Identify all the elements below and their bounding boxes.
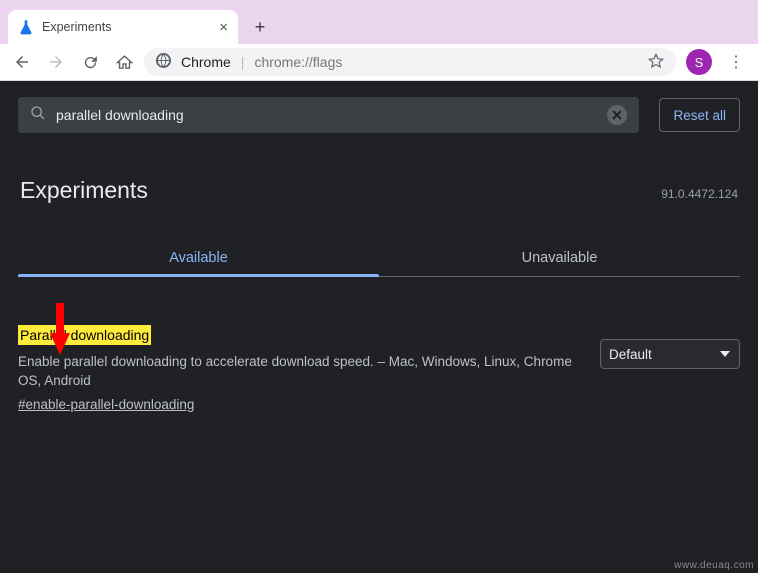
new-tab-button[interactable]: +	[246, 13, 274, 41]
browser-menu-button[interactable]: ⋮	[722, 48, 750, 76]
flag-select-wrap: Default	[600, 339, 740, 369]
flags-page: parallel downloading Reset all Experimen…	[0, 81, 758, 573]
reset-all-button[interactable]: Reset all	[659, 98, 740, 132]
chrome-version-label: 91.0.4472.124	[661, 187, 738, 201]
tab-available[interactable]: Available	[18, 240, 379, 276]
page-title: Experiments	[20, 177, 148, 204]
bookmark-star-icon[interactable]	[648, 53, 664, 72]
window-close-button[interactable]	[710, 0, 756, 28]
clear-search-icon[interactable]	[607, 105, 627, 125]
home-button[interactable]	[110, 48, 138, 76]
back-button[interactable]	[8, 48, 36, 76]
site-info-icon[interactable]	[156, 53, 171, 71]
browser-toolbar: Chrome | chrome://flags S ⋮	[0, 44, 758, 81]
tab-unavailable[interactable]: Unavailable	[379, 240, 740, 276]
search-query-text: parallel downloading	[56, 107, 597, 123]
flask-icon	[18, 19, 34, 35]
search-icon	[30, 105, 46, 126]
flag-state-select[interactable]: Default	[600, 339, 740, 369]
tab-close-icon[interactable]: ×	[219, 19, 228, 36]
watermark: www.deuaq.com	[674, 560, 754, 571]
annotation-arrow-icon	[48, 303, 72, 355]
flag-title: Parallel downloading	[18, 325, 151, 345]
browser-tab-active[interactable]: Experiments ×	[8, 10, 238, 44]
search-input[interactable]: parallel downloading	[18, 97, 639, 133]
url-path: chrome://flags	[254, 54, 342, 70]
reload-button[interactable]	[76, 48, 104, 76]
window-minimize-button[interactable]	[618, 0, 664, 28]
browser-tab-title: Experiments	[42, 20, 111, 34]
flag-description: Enable parallel downloading to accelerat…	[18, 352, 580, 391]
url-separator: |	[241, 54, 245, 70]
url-origin-label: Chrome	[181, 54, 231, 70]
flag-item: Parallel downloading Enable parallel dow…	[18, 325, 740, 414]
flag-text-column: Parallel downloading Enable parallel dow…	[18, 325, 580, 414]
flag-anchor-link[interactable]: #enable-parallel-downloading	[18, 395, 194, 415]
page-header: Experiments 91.0.4472.124	[18, 177, 740, 204]
section-tabs: Available Unavailable	[18, 240, 740, 277]
profile-avatar-button[interactable]: S	[686, 49, 712, 75]
address-bar[interactable]: Chrome | chrome://flags	[144, 48, 676, 76]
forward-button[interactable]	[42, 48, 70, 76]
account-indicator-icon[interactable]	[572, 0, 618, 28]
window-maximize-button[interactable]	[664, 0, 710, 28]
profile-initial: S	[695, 55, 704, 70]
search-row: parallel downloading Reset all	[18, 97, 740, 133]
